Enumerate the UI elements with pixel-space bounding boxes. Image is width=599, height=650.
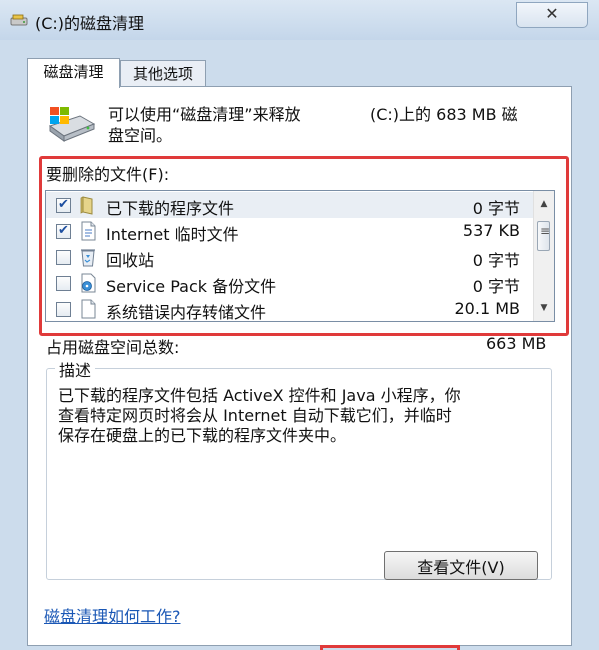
summary-line1-right: (C:)上的 683 MB 磁: [370, 105, 518, 124]
description-line: 已下载的程序文件包括 ActiveX 控件和 Java 小程序，你: [58, 386, 461, 405]
window-title: (C:)的磁盘清理: [35, 14, 145, 33]
summary-text: 可以使用“磁盘清理”来释放 (C:)上的 683 MB 磁 盘空间。: [108, 104, 548, 146]
highlight-frame-bottom: [320, 645, 460, 650]
summary-line2: 盘空间。: [108, 126, 173, 145]
disk-cleanup-window: (C:)的磁盘清理 ✕ 磁盘清理 其他选项 可以使用“磁盘清理”来释放 (C:)…: [0, 0, 599, 650]
drive-cleanup-icon: [48, 107, 96, 142]
total-space-label: 占用磁盘空间总数:: [46, 338, 180, 357]
description-title: 描述: [55, 357, 96, 381]
highlight-frame: [39, 156, 569, 336]
description-line: 保存在硬盘上的已下载的程序文件夹中。: [58, 426, 347, 445]
title-bar[interactable]: (C:)的磁盘清理 ✕: [0, 0, 599, 40]
description-line: 查看特定网页时将会从 Internet 自动下载它们，并临时: [58, 406, 452, 425]
help-link[interactable]: 磁盘清理如何工作?: [44, 603, 181, 627]
summary-line1-left: 可以使用“磁盘清理”来释放: [108, 105, 301, 124]
view-files-button[interactable]: 查看文件(V): [384, 551, 538, 580]
tab-more-options[interactable]: 其他选项: [120, 60, 206, 88]
close-button[interactable]: ✕: [516, 2, 588, 28]
total-space-value: 663 MB: [486, 334, 547, 353]
close-icon: ✕: [545, 4, 559, 23]
description-text: 已下载的程序文件包括 ActiveX 控件和 Java 小程序，你 查看特定网页…: [58, 386, 538, 446]
tab-disk-cleanup[interactable]: 磁盘清理: [27, 58, 120, 88]
drive-broom-icon: [10, 14, 28, 26]
